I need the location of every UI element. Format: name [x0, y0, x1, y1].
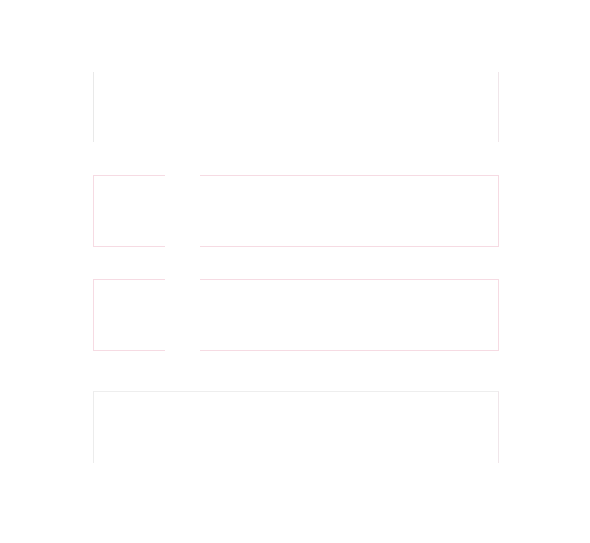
- middle-row-2: [93, 279, 499, 351]
- blank-canvas: [0, 0, 590, 543]
- bottom-panel: [93, 391, 499, 463]
- column-gap: [165, 160, 200, 390]
- middle-row-1: [93, 175, 499, 247]
- top-panel: [93, 72, 499, 142]
